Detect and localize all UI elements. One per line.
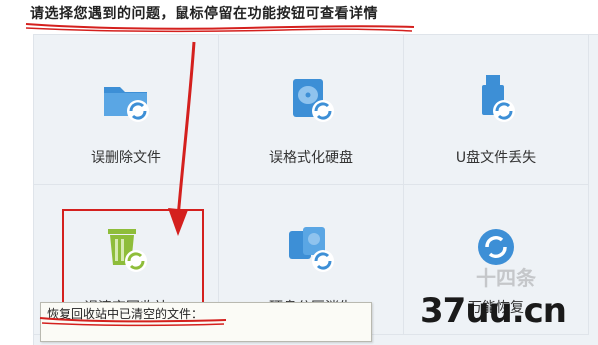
red-underline-annotation: [25, 23, 415, 33]
usb-restore-icon: [482, 75, 515, 122]
red-underline-annotation: [39, 317, 227, 327]
watermark-faint: 十四条: [476, 266, 536, 290]
harddisk-restore-icon: [293, 79, 334, 122]
tile-formatted-disk[interactable]: 误格式化硬盘: [219, 35, 404, 185]
tile-label: 误格式化硬盘: [269, 150, 353, 166]
red-highlight-box: [62, 209, 204, 307]
tile-usb-lost[interactable]: U盘文件丢失: [404, 35, 589, 185]
folder-restore-icon: [104, 87, 149, 122]
tile-label: U盘文件丢失: [455, 150, 537, 166]
partition-restore-icon: [289, 227, 334, 272]
watermark-site: 37uu.cn: [420, 291, 567, 331]
